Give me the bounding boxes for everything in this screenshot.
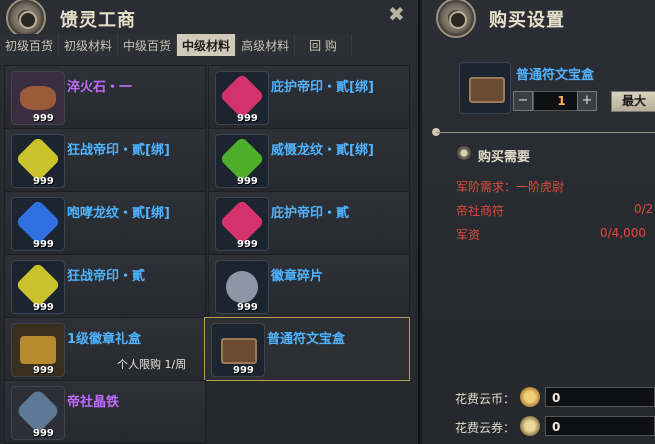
tab-basic-goods[interactable]: 初级百货 <box>0 34 60 56</box>
tab-basic-materials[interactable]: 初级材料 <box>59 34 119 56</box>
divider <box>436 132 655 133</box>
shop-item[interactable]: 999 咆哮龙纹・貳[绑] <box>4 191 206 255</box>
shop-item-selected[interactable]: 999 普通符文宝盒 <box>204 317 410 381</box>
cloud-voucher-label: 花费云券： <box>455 421 516 435</box>
item-name: 普通符文宝盒 <box>267 332 346 347</box>
shop-item[interactable]: 999 庇护帝印・貳 <box>208 191 410 255</box>
item-name: 庇护帝印・貳[绑] <box>271 80 374 95</box>
shop-item[interactable]: 999 威慑龙纹・貳[绑] <box>208 128 410 192</box>
item-name: 淬火石・一 <box>67 80 133 95</box>
tab-buyback[interactable]: 回 购 <box>295 34 352 56</box>
gear-emblem-icon <box>6 0 46 38</box>
item-name: 狂战帝印・貳[绑] <box>67 143 170 158</box>
shop-item[interactable]: 999 淬火石・一 <box>4 65 206 129</box>
funds-requirement-value: 0/4,000 <box>600 226 647 240</box>
rune-chest-icon <box>459 62 511 114</box>
shop-item[interactable]: 999 帝社晶铁 <box>4 380 206 444</box>
purchase-settings-title: 购买设置 <box>489 10 565 31</box>
increment-button[interactable]: + <box>577 91 597 111</box>
token-requirement-label: 帝社商符 <box>456 204 505 218</box>
shop-title: 馈灵工商 <box>60 10 136 31</box>
funds-requirement-label: 军资 <box>456 228 481 242</box>
category-tabs: 初级百货 初级材料 中级百货 中级材料 高级材料 回 购 <box>0 34 352 56</box>
cloud-voucher-cost: 0 <box>545 416 655 436</box>
purchase-limit: 个人限购 1/周 <box>117 358 187 371</box>
tab-mid-materials[interactable]: 中级材料 <box>177 34 237 56</box>
selected-item-name: 普通符文宝盒 <box>516 68 595 83</box>
tab-mid-goods[interactable]: 中级百货 <box>118 34 178 56</box>
item-name: 1级徽章礼盒 <box>67 332 142 347</box>
item-name: 咆哮龙纹・貳[绑] <box>67 206 170 221</box>
shop-item[interactable]: 999 徽章碎片 <box>208 254 410 318</box>
tab-advanced-materials[interactable]: 高级材料 <box>236 34 296 56</box>
cloud-voucher-icon <box>520 416 540 436</box>
shop-item[interactable]: 999 1级徽章礼盒 个人限购 1/周 <box>4 317 206 381</box>
cloud-coin-icon <box>520 387 540 407</box>
token-requirement-value: 0/2 <box>634 202 654 216</box>
item-name: 威慑龙纹・貳[绑] <box>271 143 374 158</box>
item-name: 徽章碎片 <box>271 269 324 284</box>
item-name: 庇护帝印・貳 <box>271 206 350 221</box>
item-name: 帝社晶铁 <box>67 395 120 410</box>
shop-panel: 馈灵工商 ✖ 初级百货 初级材料 中级百货 中级材料 高级材料 回 购 999 … <box>0 0 420 444</box>
max-button[interactable]: 最大 <box>611 91 655 112</box>
shop-item[interactable]: 999 狂战帝印・貳 <box>4 254 206 318</box>
close-icon[interactable]: ✖ <box>388 2 405 26</box>
shop-item[interactable]: 999 狂战帝印・貳[绑] <box>4 128 206 192</box>
cloud-coin-label: 花费云币： <box>455 392 516 406</box>
requirements-title: 购买需要 <box>478 150 531 165</box>
cloud-coin-cost: 0 <box>545 387 655 407</box>
item-name: 狂战帝印・貳 <box>67 269 146 284</box>
shop-item[interactable]: 999 庇护帝印・貳[绑] <box>208 65 410 129</box>
bullet-icon <box>457 146 471 160</box>
rank-requirement: 军阶需求：一阶虎尉 <box>456 180 565 194</box>
decrement-button[interactable]: − <box>513 91 533 111</box>
